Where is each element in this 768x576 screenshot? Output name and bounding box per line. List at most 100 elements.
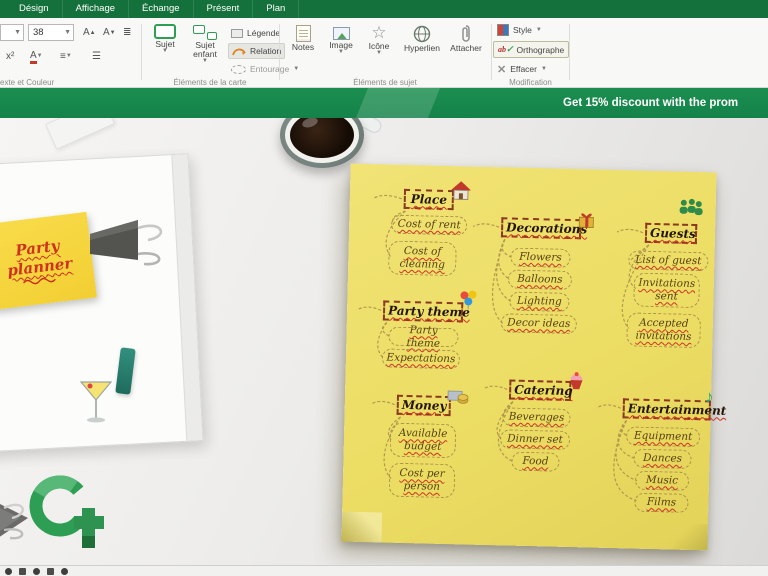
subtopic[interactable]: Available budget xyxy=(390,423,457,459)
relation-arrow-icon xyxy=(232,46,246,56)
indent-icon[interactable]: ≣ xyxy=(119,24,135,41)
chevron-down-icon: ▼ xyxy=(64,30,71,35)
promo-text: Get 15% discount with the prom xyxy=(563,88,738,118)
ribbon: ▼ 38▼ A▲ A▼ ≣ x² A▼ ≡▼ ☰ exte et Couleur… xyxy=(0,18,768,88)
subtopic[interactable]: Balloons xyxy=(508,269,572,290)
legende-button[interactable]: Légende xyxy=(228,25,283,41)
subtopic[interactable]: Dances xyxy=(633,449,691,469)
status-glyph[interactable] xyxy=(19,568,26,575)
whiteboard-frame xyxy=(171,154,202,440)
menu-bar: Désign Affichage Échange Présent Plan xyxy=(0,0,768,18)
chevron-down-icon: ▼ xyxy=(162,49,168,54)
relation-button[interactable]: Relation xyxy=(228,43,285,59)
group-label: Éléments de la carte xyxy=(142,78,278,87)
status-glyph[interactable] xyxy=(5,568,12,575)
banner-decor-shape xyxy=(356,88,440,118)
chevron-down-icon: ▼ xyxy=(338,50,344,55)
topic-place[interactable]: Place xyxy=(404,189,454,210)
star-icon: ☆ xyxy=(371,24,386,41)
subtopic[interactable]: Flowers xyxy=(510,248,570,268)
chevron-down-icon: ▼ xyxy=(376,51,382,56)
menu-tab-plan[interactable]: Plan xyxy=(253,0,299,18)
group-separator xyxy=(569,24,570,80)
sujet-enfant-button[interactable]: Sujet enfant ▼ xyxy=(186,24,224,64)
notes-button[interactable]: Notes xyxy=(286,25,320,52)
style-swatch-icon xyxy=(497,24,509,36)
note-curl-right xyxy=(673,524,708,551)
font-family-combo[interactable]: ▼ xyxy=(0,24,24,41)
chevron-down-icon: ▼ xyxy=(541,67,547,72)
line-style-button[interactable]: ≡▼ xyxy=(56,48,76,65)
menu-tab-design[interactable]: Désign xyxy=(6,0,63,18)
party-planner-sticky[interactable]: Party planner xyxy=(0,212,97,310)
status-glyph[interactable] xyxy=(61,568,68,575)
subtopic[interactable]: Cost of cleaning xyxy=(388,241,457,277)
chevron-down-icon: ▼ xyxy=(202,59,208,64)
subtopic[interactable]: List of guest xyxy=(628,250,708,271)
spellcheck-icon: ab✓ xyxy=(498,44,514,55)
menu-tab-affichage[interactable]: Affichage xyxy=(63,0,129,18)
subtopic[interactable]: Food xyxy=(511,452,559,472)
effacer-button[interactable]: ✕ Effacer ▼ xyxy=(494,61,550,77)
subtopic[interactable]: Cost of rent xyxy=(391,215,467,236)
ribbon-group-text-color: ▼ 38▼ A▲ A▼ ≣ x² A▼ ≡▼ ☰ exte et Couleur xyxy=(0,18,140,88)
chevron-down-icon: ▼ xyxy=(536,28,542,33)
image-icon xyxy=(333,27,350,40)
cupcake-icon xyxy=(567,371,585,391)
font-size-combo[interactable]: 38▼ xyxy=(28,24,74,41)
notes-icon xyxy=(296,25,311,42)
icone-button[interactable]: ☆ Icône ▼ xyxy=(362,24,396,56)
menu-tab-present[interactable]: Présent xyxy=(194,0,254,18)
sujet-button[interactable]: Sujet ▼ xyxy=(146,24,184,54)
binder-clip-icon xyxy=(88,218,172,274)
legend-icon xyxy=(231,29,243,38)
subtopic[interactable]: Accepted invitations xyxy=(626,312,701,348)
subtopic[interactable]: Music xyxy=(635,471,689,491)
status-glyph[interactable] xyxy=(33,568,40,575)
status-bar xyxy=(0,565,768,576)
subtopic[interactable]: Equipment xyxy=(626,426,700,447)
map-canvas[interactable]: Party planner xyxy=(0,118,768,565)
topic-catering[interactable]: Catering xyxy=(509,380,571,402)
cocktail-glass-icon xyxy=(78,380,114,424)
paperclip-icon xyxy=(460,24,472,43)
subtopic[interactable]: Beverages xyxy=(502,407,570,428)
topic-guests[interactable]: Guests xyxy=(645,223,697,244)
money-icon xyxy=(447,388,469,407)
superscript-button[interactable]: x² xyxy=(2,48,18,65)
topic-party-theme[interactable]: Party theme xyxy=(383,300,463,322)
topic-entertainment[interactable]: Entertainment xyxy=(623,398,711,420)
house-icon xyxy=(450,180,472,201)
menu-tab-echange[interactable]: Échange xyxy=(129,0,194,18)
topic-money[interactable]: Money xyxy=(397,395,451,416)
ribbon-group-map-elements: Sujet ▼ Sujet enfant ▼ Légende Relation … xyxy=(142,18,278,88)
promo-banner[interactable]: Get 15% discount with the prom xyxy=(0,88,768,118)
chevron-down-icon: ▼ xyxy=(14,30,21,35)
hyperlien-button[interactable]: Hyperlien xyxy=(400,25,444,53)
subtopic[interactable]: Dinner set xyxy=(500,429,570,450)
shrink-font-button[interactable]: A▼ xyxy=(99,24,120,41)
coffee-cup xyxy=(280,118,364,168)
group-label: exte et Couleur xyxy=(0,78,140,87)
status-glyph[interactable] xyxy=(47,568,54,575)
topic-decorations[interactable]: Decorations xyxy=(501,217,581,239)
image-button[interactable]: Image ▼ xyxy=(324,27,358,55)
subtopic[interactable]: Lighting xyxy=(509,292,569,312)
mindmap-note[interactable]: Place Cost of rent Cost of cleaning Deco… xyxy=(341,164,716,551)
subtopic[interactable]: Films xyxy=(634,493,688,513)
grow-font-button[interactable]: A▲ xyxy=(79,24,100,41)
subtopic[interactable]: Decor ideas xyxy=(501,313,577,334)
subtopic[interactable]: Expectations xyxy=(382,348,460,369)
subtopic[interactable]: Invitations sent xyxy=(633,273,700,309)
paragraph-button[interactable]: ☰ xyxy=(88,48,105,65)
orthographe-button[interactable]: ab✓ Orthographe xyxy=(493,41,569,58)
paper-card xyxy=(45,118,115,150)
font-color-button[interactable]: A▼ xyxy=(26,48,47,65)
style-button[interactable]: Style ▼ xyxy=(494,22,545,38)
group-label: Éléments de sujet xyxy=(280,78,490,87)
people-icon xyxy=(677,198,704,223)
subtopic[interactable]: Party theme xyxy=(388,327,458,348)
attacher-button[interactable]: Attacher xyxy=(446,24,486,53)
subtopic[interactable]: Cost per person xyxy=(389,463,456,499)
topic-icon xyxy=(154,24,176,39)
